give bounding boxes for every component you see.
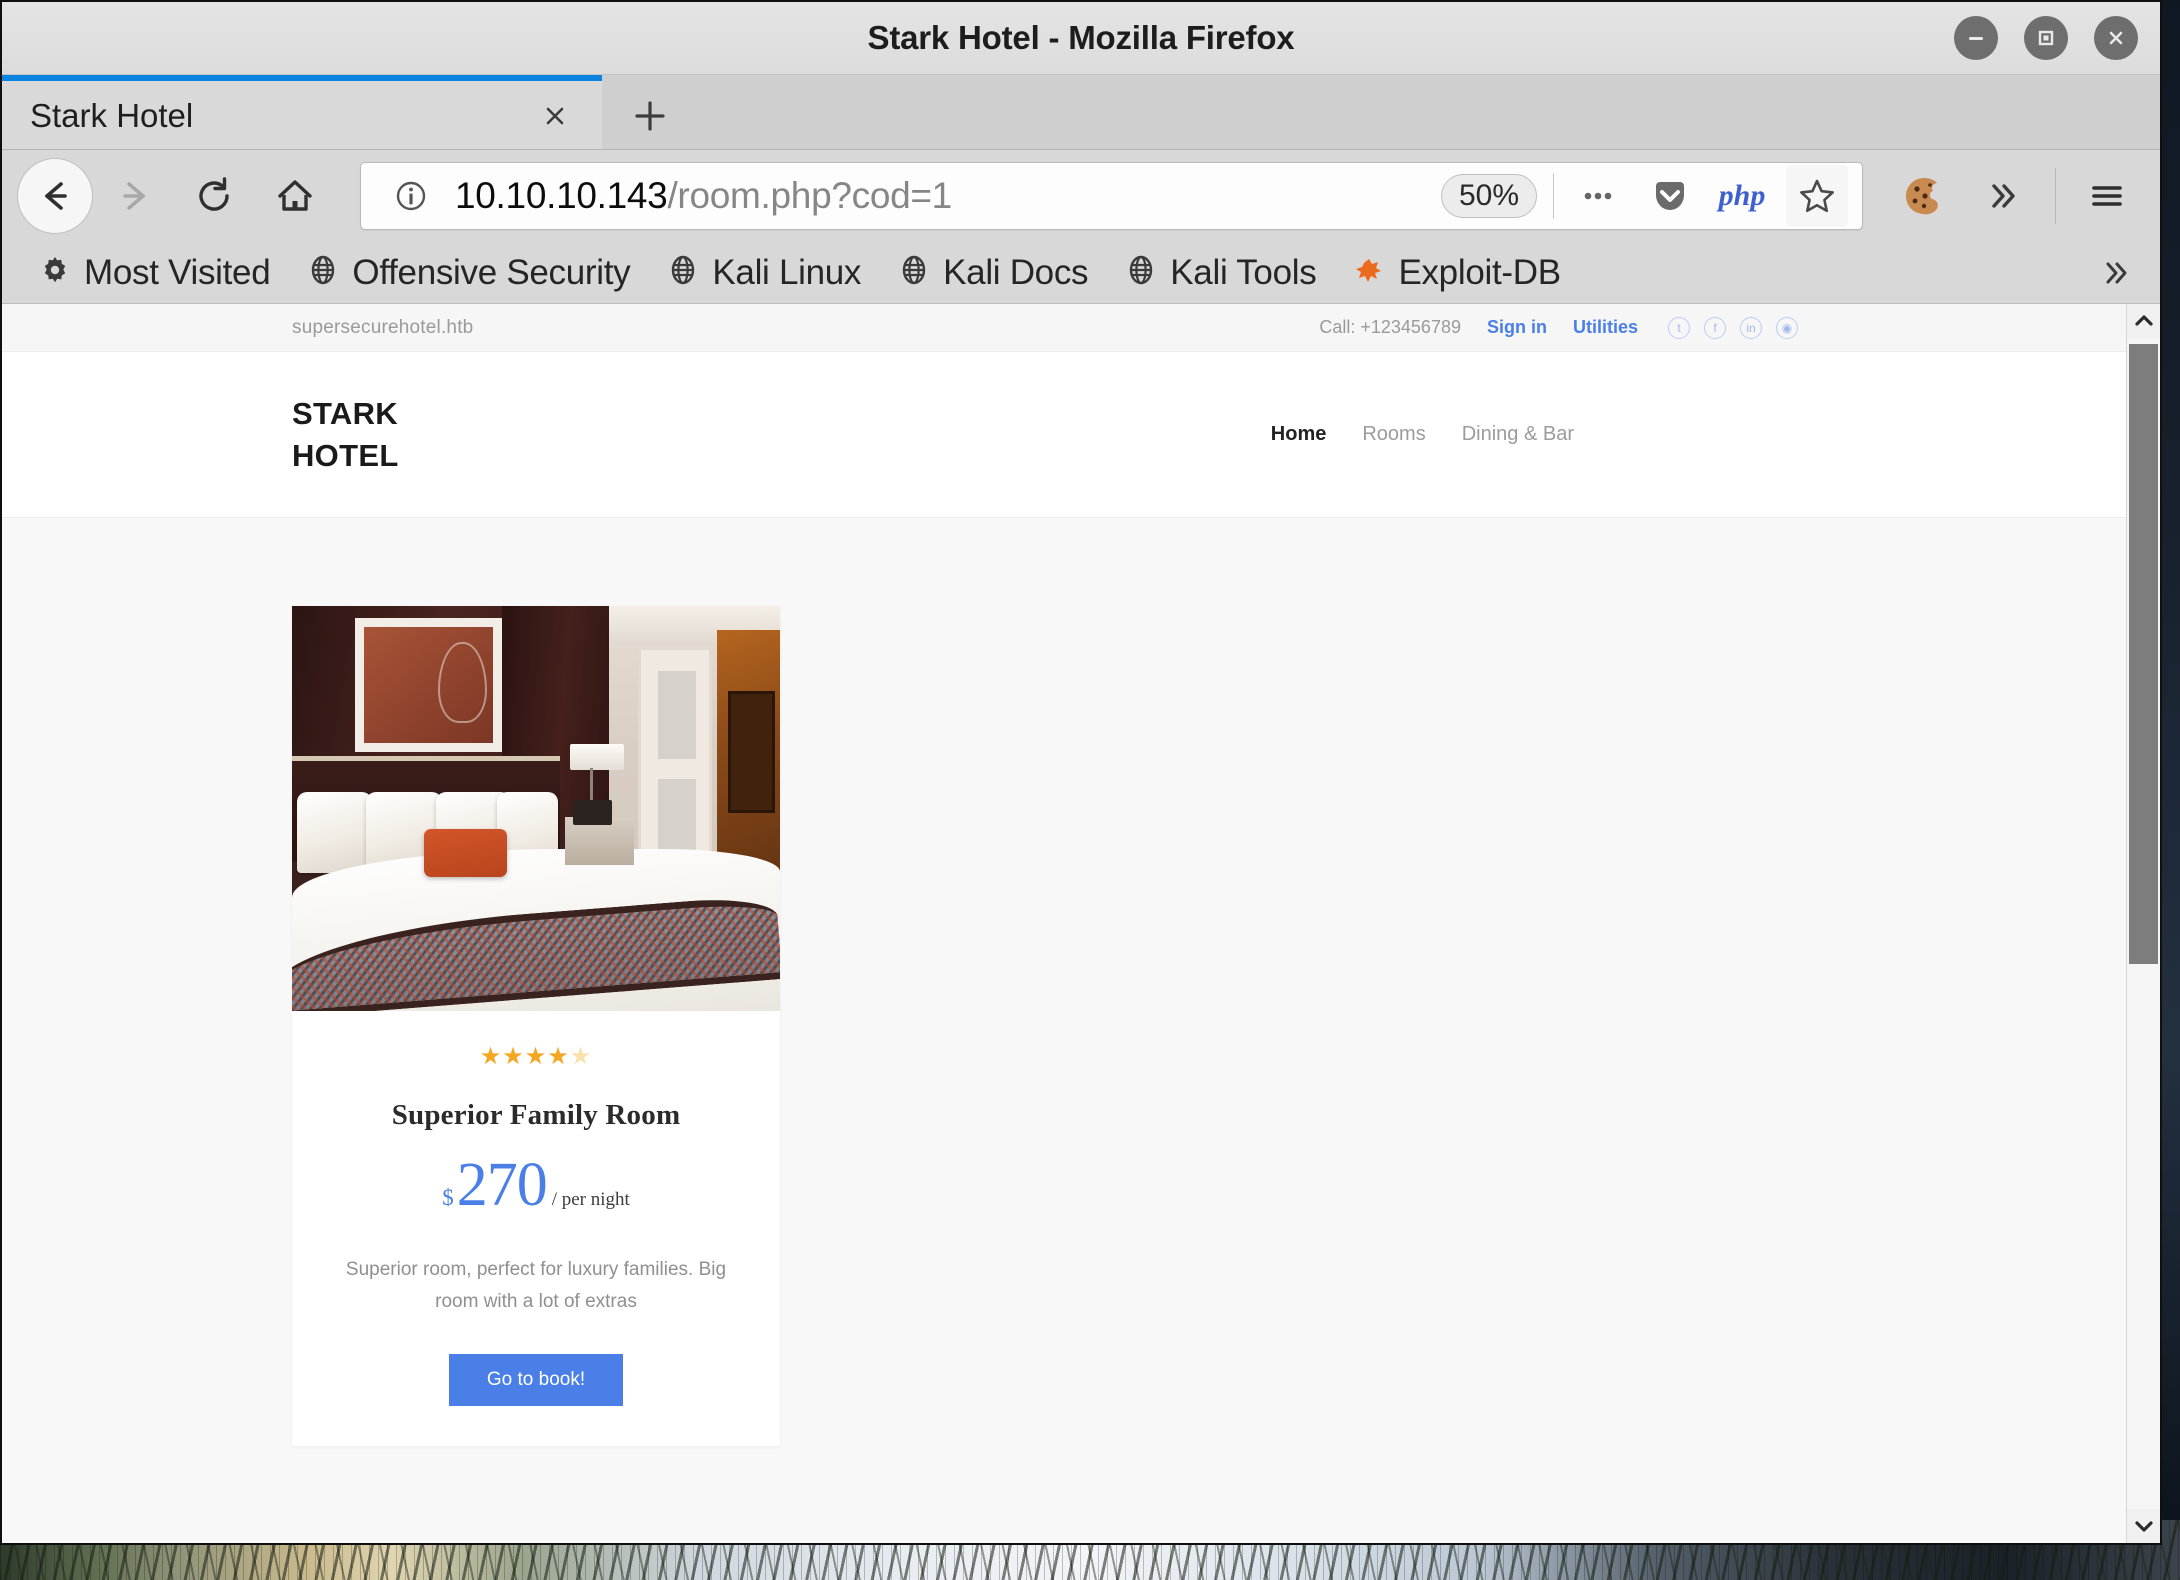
logo-line-2: HOTEL — [292, 437, 399, 473]
social-icons-group: t f in ◉ — [1668, 316, 1798, 339]
web-page: supersecurehotel.htb Call: +123456789 Si… — [2, 304, 2126, 1543]
rating-stars: ★★★★★ — [320, 1045, 752, 1069]
bookmark-label: Kali Tools — [1170, 252, 1317, 292]
star-filled-icon: ★ — [524, 1043, 548, 1070]
room-description: Superior room, perfect for luxury famili… — [345, 1259, 727, 1312]
minimize-button[interactable] — [1954, 16, 1998, 60]
hamburger-menu-icon[interactable] — [2070, 159, 2144, 233]
site-logo[interactable]: STARK HOTEL — [292, 393, 399, 475]
twitter-icon[interactable]: t — [1668, 316, 1690, 339]
room-card: ★★★★★ Superior Family Room $ 270 / per n… — [292, 606, 780, 1446]
bookmark-exploit-db[interactable]: Exploit-DB — [1338, 249, 1574, 297]
navigation-toolbar: 10.10.10.143/room.php?cod=1 50% php — [2, 150, 2160, 242]
forward-button[interactable] — [98, 159, 172, 233]
scroll-up-button[interactable] — [2127, 304, 2160, 338]
scroll-down-button[interactable] — [2127, 1509, 2160, 1543]
bookmarks-bar: Most Visited Offensive Security Kali Lin… — [2, 242, 2160, 304]
bookmark-offensive-security[interactable]: Offensive Security — [292, 249, 644, 297]
nav-link-rooms[interactable]: Rooms — [1362, 423, 1425, 446]
globe-icon — [897, 253, 931, 292]
tab-close-icon[interactable] — [532, 93, 578, 139]
bookmark-kali-linux[interactable]: Kali Linux — [652, 249, 875, 297]
utilities-link[interactable]: Utilities — [1573, 317, 1638, 338]
price-period: / per night — [551, 1189, 630, 1210]
facebook-icon[interactable]: f — [1704, 316, 1726, 339]
bookmark-label: Exploit-DB — [1398, 252, 1561, 292]
page-actions-icon[interactable] — [1570, 168, 1626, 224]
bookmark-kali-tools[interactable]: Kali Tools — [1110, 249, 1330, 297]
star-filled-icon: ★ — [547, 1043, 570, 1070]
scrollbar-thumb[interactable] — [2129, 344, 2158, 964]
star-empty-icon: ★ — [569, 1043, 593, 1070]
reload-button[interactable] — [178, 159, 252, 233]
back-button[interactable] — [18, 159, 92, 233]
tab-strip: Stark Hotel — [2, 75, 2160, 150]
home-button[interactable] — [258, 159, 332, 233]
room-card-body: ★★★★★ Superior Family Room $ 270 / per n… — [292, 1011, 780, 1446]
photo-pillow — [296, 792, 372, 874]
photo-lamp-shade — [570, 743, 624, 770]
bookmark-star-icon[interactable] — [1786, 165, 1848, 227]
price-currency: $ — [442, 1185, 454, 1210]
bookmark-label: Kali Linux — [712, 252, 862, 292]
globe-icon — [1124, 253, 1158, 292]
window-controls — [1954, 16, 2138, 60]
globe-icon — [306, 253, 340, 292]
title-bar: Stark Hotel - Mozilla Firefox — [2, 2, 2160, 75]
bookmarks-overflow-icon[interactable] — [2086, 245, 2148, 301]
bookmark-most-visited[interactable]: Most Visited — [24, 249, 284, 297]
tab-stark-hotel[interactable]: Stark Hotel — [2, 75, 602, 150]
star-filled-icon: ★ — [502, 1043, 525, 1070]
site-header: STARK HOTEL Home Rooms Dining & Bar — [2, 352, 2126, 518]
site-topbar: supersecurehotel.htb Call: +123456789 Si… — [2, 304, 2126, 352]
sign-in-link[interactable]: Sign in — [1487, 317, 1547, 338]
room-title: Superior Family Room — [391, 1099, 681, 1131]
window-title: Stark Hotel - Mozilla Firefox — [867, 19, 1295, 56]
zoom-level-badge[interactable]: 50% — [1441, 174, 1537, 218]
toolbar-overflow-icon[interactable] — [1967, 159, 2041, 233]
maximize-button[interactable] — [2024, 16, 2068, 60]
site-navigation: Home Rooms Dining & Bar — [1271, 423, 1836, 446]
star-filled-icon: ★ — [479, 1043, 503, 1070]
url-host: 10.10.10.143 — [455, 175, 668, 216]
url-separator — [1553, 173, 1554, 219]
site-info-icon[interactable] — [383, 168, 439, 224]
php-extension-icon[interactable]: php — [1714, 168, 1770, 224]
scrollbar-track[interactable] — [2127, 338, 2160, 1509]
tab-title: Stark Hotel — [30, 96, 194, 134]
phone-label: Call: +123456789 — [1319, 317, 1461, 337]
site-main-content: ★★★★★ Superior Family Room $ 270 / per n… — [2, 518, 2126, 1543]
page-scrollbar[interactable] — [2126, 304, 2160, 1543]
globe-icon — [666, 253, 700, 292]
bookmark-kali-docs[interactable]: Kali Docs — [883, 249, 1102, 297]
url-text: 10.10.10.143/room.php?cod=1 — [455, 175, 1425, 217]
gear-icon — [38, 253, 72, 292]
new-tab-button[interactable] — [602, 81, 697, 150]
room-price: $ 270 / per night — [320, 1154, 752, 1216]
toolbar-divider — [2055, 168, 2056, 224]
photo-phone — [572, 800, 612, 825]
url-bar[interactable]: 10.10.10.143/room.php?cod=1 50% php — [360, 162, 1863, 230]
photo-accent-pillow — [423, 828, 507, 878]
instagram-icon[interactable]: ◉ — [1776, 316, 1798, 339]
site-domain-label: supersecurehotel.htb — [292, 316, 474, 338]
go-to-book-button[interactable]: Go to book! — [448, 1353, 624, 1406]
nav-link-home[interactable]: Home — [1271, 423, 1327, 446]
bookmark-label: Offensive Security — [352, 252, 631, 292]
url-path: /room.php?cod=1 — [667, 175, 952, 216]
logo-line-1: STARK — [292, 396, 398, 432]
price-amount: 270 — [456, 1151, 548, 1219]
pocket-icon[interactable] — [1642, 168, 1698, 224]
room-photo[interactable] — [292, 606, 780, 1011]
topbar-right-group: Call: +123456789 Sign in Utilities t f i… — [1319, 316, 2068, 339]
nav-link-dining-bar[interactable]: Dining & Bar — [1462, 423, 1574, 446]
bookmark-label: Most Visited — [84, 252, 271, 292]
bookmark-label: Kali Docs — [943, 252, 1089, 292]
linkedin-icon[interactable]: in — [1740, 316, 1762, 339]
bug-icon — [1352, 253, 1386, 292]
page-viewport: supersecurehotel.htb Call: +123456789 Si… — [2, 304, 2160, 1543]
browser-window: Stark Hotel - Mozilla Firefox Stark Hote… — [0, 0, 2162, 1545]
close-button[interactable] — [2094, 16, 2138, 60]
cookie-icon[interactable] — [1887, 159, 1961, 233]
